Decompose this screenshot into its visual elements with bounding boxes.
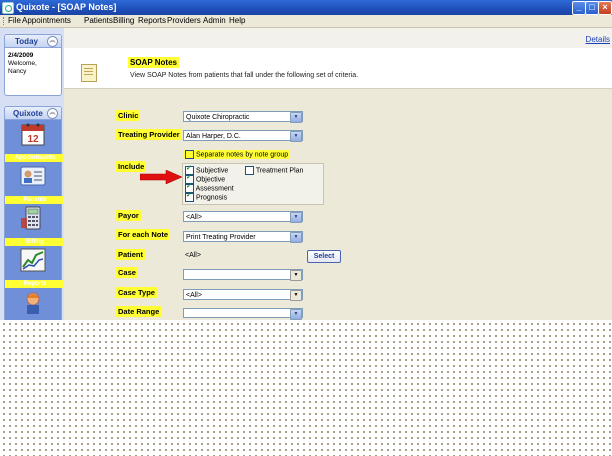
prognosis-label: Prognosis — [195, 194, 228, 202]
app-icon — [2, 2, 14, 14]
menu-bar: File Appointments Patients Billing Repor… — [0, 15, 612, 28]
welcome-text: Welcome, — [8, 60, 37, 67]
menu-billing[interactable]: Billing — [113, 16, 134, 25]
payor-label: Payor — [116, 210, 141, 221]
nav-label-appointments: Appointments — [5, 154, 65, 162]
chevron-down-icon[interactable]: ▼ — [290, 270, 302, 281]
for-each-note-value: Print Treating Provider — [186, 234, 256, 241]
date-range-select[interactable]: ▼ — [183, 308, 303, 320]
separate-notes-option[interactable]: Separate notes by note group — [183, 150, 291, 159]
today-body: 2/4/2009 Welcome, Nancy — [5, 48, 61, 80]
nav-title: Quixote — [13, 109, 43, 118]
menu-file[interactable]: File — [8, 16, 21, 25]
case-type-label: Case Type — [116, 287, 157, 298]
title-bar: Quixote - [SOAP Notes] _ □ × — [0, 0, 612, 15]
today-panel: Today ︽ 2/4/2009 Welcome, Nancy — [4, 34, 62, 96]
details-bar: Details — [0, 28, 612, 48]
subjective-label: Subjective — [195, 167, 229, 175]
menu-grip — [3, 17, 6, 25]
page-header: SOAP Notes View SOAP Notes from patients… — [64, 48, 612, 89]
case-type-select[interactable]: <All> ▼ — [183, 289, 303, 301]
nav-label-reports: Reports — [5, 280, 65, 288]
chevron-down-icon[interactable]: ▼ — [290, 212, 302, 223]
menu-help[interactable]: Help — [229, 16, 245, 25]
chevron-down-icon[interactable]: ▼ — [290, 131, 302, 142]
nav-panel-header[interactable]: Quixote ︽ — [5, 107, 61, 120]
today-panel-header[interactable]: Today ︽ — [5, 35, 61, 48]
include-treatment-plan[interactable]: Treatment Plan — [245, 166, 303, 175]
nav-label-billing: Billing — [5, 238, 65, 246]
include-assessment[interactable]: Assessment — [185, 182, 234, 193]
include-prognosis[interactable]: Prognosis — [185, 191, 228, 202]
menu-appointments[interactable]: Appointments — [22, 16, 71, 25]
for-each-note-select[interactable]: Print Treating Provider ▼ — [183, 231, 303, 243]
blank-region — [0, 320, 612, 456]
payor-select[interactable]: <All> ▼ — [183, 211, 303, 223]
objective-label: Objective — [195, 176, 226, 184]
calculator-icon — [21, 206, 41, 230]
maximize-button[interactable]: □ — [585, 1, 599, 15]
svg-text:12: 12 — [27, 134, 39, 145]
today-title: Today — [15, 37, 38, 46]
nav-billing[interactable]: Billing — [5, 206, 65, 246]
treatment-plan-label: Treatment Plan — [255, 167, 304, 175]
clinic-value: Quixote Chiropractic — [186, 114, 250, 121]
assessment-label: Assessment — [195, 185, 234, 193]
today-date: 2/4/2009 — [8, 52, 34, 59]
minimize-button[interactable]: _ — [572, 1, 586, 15]
patient-card-icon — [20, 166, 46, 186]
case-select[interactable]: ▼ — [183, 269, 303, 281]
main-content: SOAP Notes View SOAP Notes from patients… — [64, 48, 612, 320]
nav-patients[interactable]: Patients — [5, 164, 65, 204]
collapse-icon[interactable]: ︽ — [47, 108, 58, 119]
menu-reports[interactable]: Reports — [138, 16, 166, 25]
payor-value: <All> — [186, 214, 202, 221]
treating-provider-select[interactable]: Alan Harper, D.C. ▼ — [183, 130, 303, 142]
page-description: View SOAP Notes from patients that fall … — [130, 72, 359, 79]
details-link[interactable]: Details — [586, 35, 610, 44]
clinic-label: Clinic — [116, 110, 141, 121]
select-patient-button[interactable]: Select — [307, 250, 341, 263]
case-type-value: <All> — [186, 292, 202, 299]
nav-label-patients: Patients — [5, 196, 65, 204]
sidebar: Today ︽ 2/4/2009 Welcome, Nancy Quixote … — [0, 28, 65, 322]
calendar-icon: 12 — [21, 123, 45, 146]
case-label: Case — [116, 267, 138, 278]
prognosis-checkbox[interactable] — [185, 191, 194, 202]
separate-notes-checkbox[interactable] — [185, 150, 194, 159]
nav-reports[interactable]: Reports — [5, 248, 65, 288]
menu-providers[interactable]: Providers — [167, 16, 201, 25]
chevron-down-icon[interactable]: ▼ — [290, 290, 302, 301]
provider-person-icon — [26, 292, 40, 314]
patient-value: <All> — [185, 252, 201, 259]
chart-icon — [20, 248, 46, 272]
chevron-down-icon[interactable]: ▼ — [290, 112, 302, 123]
separate-notes-label: Separate notes by note group — [195, 151, 289, 159]
menu-patients[interactable]: Patients — [84, 16, 113, 25]
date-range-label: Date Range — [116, 306, 162, 317]
red-arrow-icon — [140, 170, 182, 184]
treating-provider-label: Treating Provider — [116, 129, 182, 140]
user-name: Nancy — [8, 68, 27, 75]
chevron-down-icon[interactable]: ▼ — [290, 232, 302, 243]
page-title: SOAP Notes — [128, 57, 179, 68]
menu-admin[interactable]: Admin — [203, 16, 226, 25]
include-group: Subjective Treatment Plan Objective Asse… — [182, 163, 324, 205]
window-title: Quixote - [SOAP Notes] — [16, 2, 117, 12]
clinic-select[interactable]: Quixote Chiropractic ▼ — [183, 111, 303, 123]
nav-body: 12 Appointments Patients Billing Reports — [5, 120, 65, 321]
nav-appointments[interactable]: 12 Appointments — [5, 122, 65, 162]
collapse-icon[interactable]: ︽ — [47, 36, 58, 47]
chevron-down-icon[interactable]: ▼ — [290, 309, 302, 320]
treating-provider-value: Alan Harper, D.C. — [186, 133, 241, 140]
notes-icon — [81, 64, 97, 82]
close-button[interactable]: × — [598, 1, 612, 15]
treatment-plan-checkbox[interactable] — [245, 166, 254, 175]
nav-providers[interactable] — [5, 290, 61, 320]
patient-label: Patient — [116, 249, 146, 260]
for-each-note-label: For each Note — [116, 229, 171, 240]
nav-panel: Quixote ︽ 12 Appointments Patients Billi… — [4, 106, 65, 322]
